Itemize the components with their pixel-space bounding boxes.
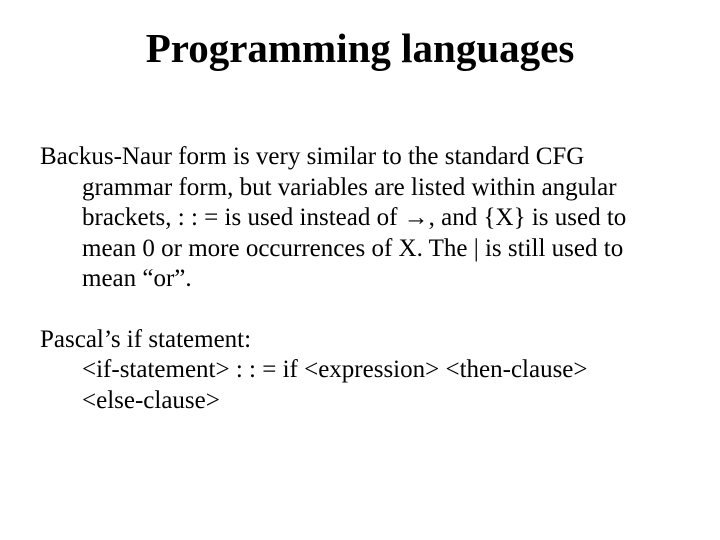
slide-body: Backus-Naur form is very similar to the … [40,142,680,416]
slide-title: Programming languages [40,24,680,72]
paragraph-pascal-example: Pascal’s if statement: <if-statement> : … [40,325,680,417]
text-line: Backus-Naur form is very similar to the … [40,143,584,170]
text-line: Pascal’s if statement: [40,325,680,356]
code-line: <if-statement> : : = if <expression> <th… [40,355,680,386]
slide: Programming languages Backus-Naur form i… [0,0,720,540]
code-line: <else-clause> [40,386,680,417]
paragraph-bnf-description: Backus-Naur form is very similar to the … [40,142,680,295]
text-line: grammar form, but variables are listed w… [82,174,626,293]
